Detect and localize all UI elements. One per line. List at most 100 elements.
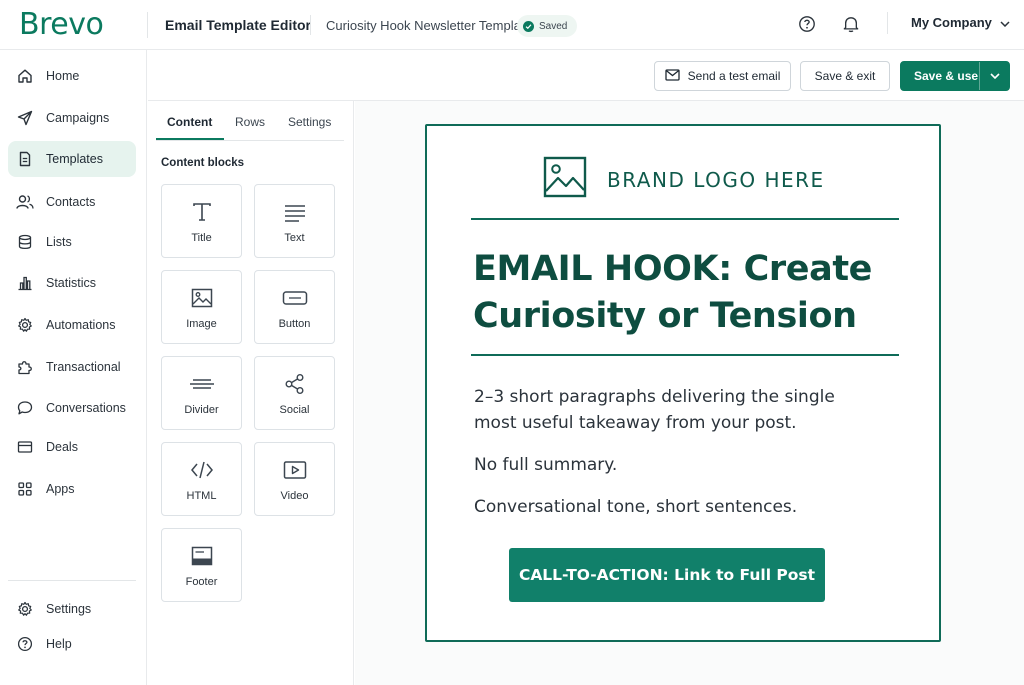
puzzle-icon: [16, 358, 34, 376]
email-divider: [471, 218, 899, 220]
company-label: My Company: [911, 15, 992, 30]
email-preview[interactable]: BRAND LOGO HERE EMAIL HOOK: Create Curio…: [425, 124, 941, 642]
block-label: Button: [278, 318, 311, 330]
code-icon: [188, 456, 216, 484]
sidebar-item-contacts[interactable]: Contacts: [8, 184, 136, 220]
share-icon: [281, 370, 309, 398]
sidebar-item-transactional[interactable]: Transactional: [8, 349, 136, 385]
home-icon: [16, 67, 34, 85]
title-icon: [188, 198, 216, 226]
sidebar-item-label: Campaigns: [46, 111, 110, 125]
sidebar-item-home[interactable]: Home: [8, 58, 136, 94]
chevron-down-icon[interactable]: [979, 62, 1009, 90]
headline-line: Curiosity or Tension: [473, 296, 857, 336]
check-icon: [523, 20, 534, 32]
email-divider: [471, 354, 899, 356]
block-label: HTML: [186, 490, 217, 502]
block-label: Divider: [184, 404, 219, 416]
save-use-button[interactable]: Save & use: [900, 61, 1010, 91]
sidebar-item-conversations[interactable]: Conversations: [8, 390, 136, 426]
users-icon: [16, 193, 34, 211]
brevo-logo[interactable]: Brevo: [19, 7, 104, 42]
gear-icon: [16, 600, 34, 618]
sidebar-item-templates[interactable]: Templates: [8, 141, 136, 177]
sidebar-item-statistics[interactable]: Statistics: [8, 265, 136, 301]
sidebar-item-label: Transactional: [46, 360, 121, 374]
sidebar-item-settings[interactable]: Settings: [8, 591, 136, 627]
send-test-label: Send a test email: [687, 69, 781, 83]
editor-title: Email Template Editor: [165, 17, 311, 33]
sidebar-item-label: Templates: [46, 152, 103, 166]
block-html[interactable]: HTML: [161, 442, 242, 516]
block-image[interactable]: Image: [161, 270, 242, 344]
editor-action-bar: Send a test email Save & exit Save & use: [148, 50, 1024, 101]
header-divider: [310, 15, 311, 35]
sidebar-item-campaigns[interactable]: Campaigns: [8, 100, 136, 136]
sidebar-item-lists[interactable]: Lists: [8, 224, 136, 260]
block-button[interactable]: Button: [254, 270, 335, 344]
block-video[interactable]: Video: [254, 442, 335, 516]
sidebar-item-label: Home: [46, 69, 80, 83]
grid-icon: [16, 480, 34, 498]
sidebar-item-apps[interactable]: Apps: [8, 471, 136, 507]
content-blocks-panel: Content Rows Settings Content blocks Tit…: [148, 101, 354, 685]
send-test-email-button[interactable]: Send a test email: [654, 61, 791, 91]
card-icon: [16, 438, 34, 456]
tab-content[interactable]: Content: [167, 115, 212, 129]
bell-icon[interactable]: [840, 13, 862, 35]
company-menu[interactable]: My Company: [911, 15, 1010, 30]
document-icon: [16, 150, 34, 168]
help-circle-icon[interactable]: [796, 13, 818, 35]
cta-button[interactable]: CALL-TO-ACTION: Link to Full Post: [509, 548, 825, 602]
block-footer[interactable]: Footer: [161, 528, 242, 602]
saved-status-badge: Saved: [517, 15, 578, 37]
video-icon: [281, 456, 309, 484]
saved-label: Saved: [539, 20, 568, 32]
email-headline[interactable]: EMAIL HOOK: Create Curiosity or Tension: [473, 246, 903, 340]
footer-icon: [188, 542, 216, 570]
email-canvas: BRAND LOGO HERE EMAIL HOOK: Create Curio…: [355, 101, 1024, 685]
save-use-label: Save & use: [914, 69, 979, 83]
tab-rows[interactable]: Rows: [235, 115, 265, 129]
top-header: Brevo Email Template Editor Curiosity Ho…: [0, 0, 1024, 50]
gear-icon: [16, 316, 34, 334]
block-label: Text: [284, 232, 305, 244]
headline-line: EMAIL HOOK: Create: [473, 249, 873, 289]
text-lines-icon: [281, 198, 309, 226]
tab-settings[interactable]: Settings: [288, 115, 331, 129]
sidebar-item-label: Contacts: [46, 195, 96, 209]
database-icon: [16, 233, 34, 251]
sidebar-item-label: Lists: [46, 235, 72, 249]
block-label: Video: [280, 490, 309, 502]
chat-icon: [16, 399, 34, 417]
template-name[interactable]: Curiosity Hook Newsletter Template: [326, 18, 532, 33]
block-text[interactable]: Text: [254, 184, 335, 258]
image-icon: [543, 156, 587, 203]
email-paragraph[interactable]: Conversational tone, short sentences.: [474, 494, 894, 520]
tabs-divider: [156, 140, 344, 141]
block-social[interactable]: Social: [254, 356, 335, 430]
sidebar-item-label: Conversations: [46, 401, 126, 415]
sidebar: Home Campaigns Templates Contacts Lists …: [0, 50, 147, 685]
sidebar-item-label: Settings: [46, 602, 92, 616]
content-blocks-heading: Content blocks: [161, 157, 245, 169]
save-exit-button[interactable]: Save & exit: [800, 61, 890, 91]
brand-logo-block[interactable]: BRAND LOGO HERE: [543, 156, 825, 203]
image-icon: [188, 284, 216, 312]
block-title[interactable]: Title: [161, 184, 242, 258]
paragraph-line: most useful takeaway from your post.: [474, 413, 797, 433]
block-label: Footer: [185, 576, 218, 588]
sidebar-item-automations[interactable]: Automations: [8, 307, 136, 343]
mail-icon: [664, 68, 680, 84]
save-exit-label: Save & exit: [814, 69, 876, 83]
block-divider[interactable]: Divider: [161, 356, 242, 430]
brand-logo-text: BRAND LOGO HERE: [607, 167, 825, 192]
sidebar-item-help[interactable]: Help: [8, 626, 136, 662]
email-paragraph[interactable]: No full summary.: [474, 452, 894, 478]
block-label: Image: [186, 318, 217, 330]
block-label: Title: [191, 232, 212, 244]
chevron-down-icon: [1000, 15, 1010, 30]
sidebar-item-deals[interactable]: Deals: [8, 429, 136, 465]
email-paragraph[interactable]: 2–3 short paragraphs delivering the sing…: [474, 384, 894, 436]
active-tab-indicator: [156, 138, 224, 140]
